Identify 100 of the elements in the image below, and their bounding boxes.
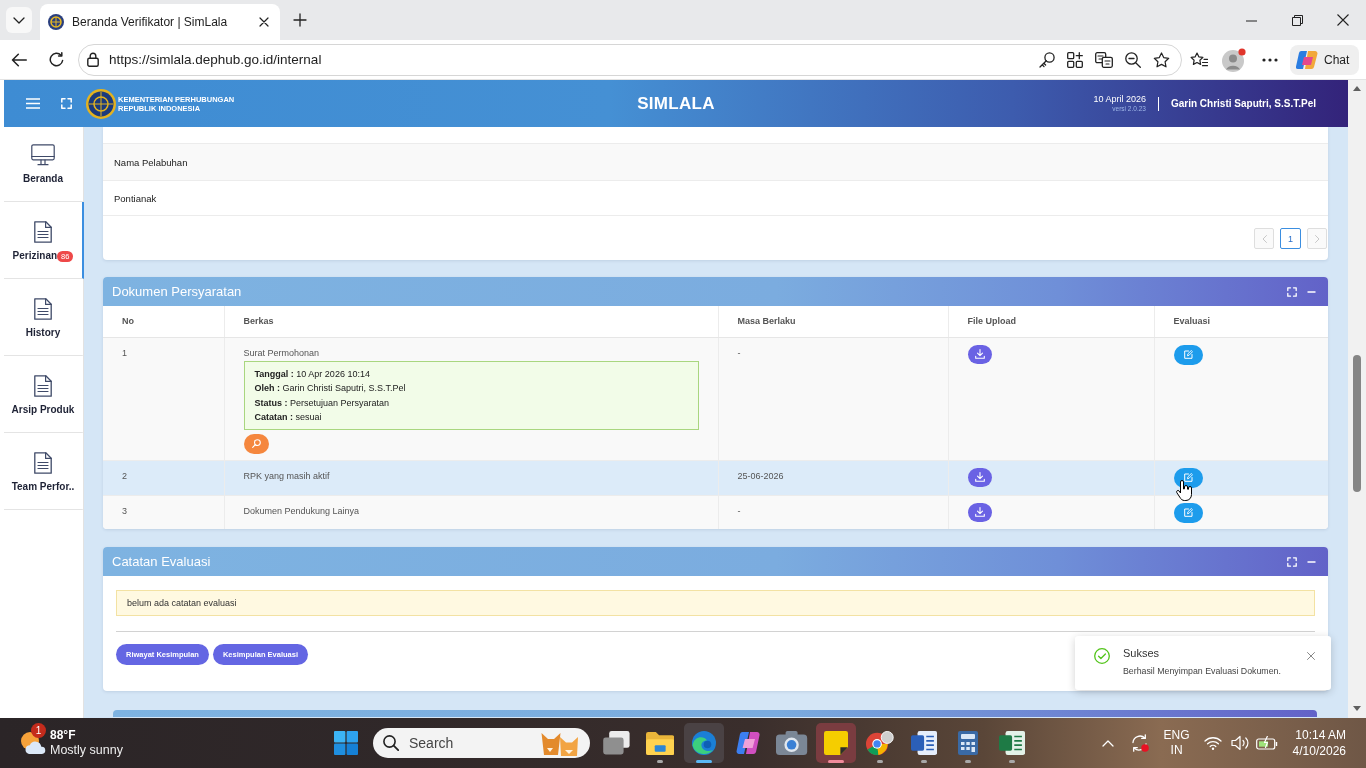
- edge-icon: [692, 731, 716, 755]
- running-indicator: [1009, 760, 1015, 763]
- download-button[interactable]: [967, 502, 992, 522]
- file-name: Surat Permohonan: [243, 346, 321, 359]
- profile-avatar-icon[interactable]: [1222, 47, 1246, 72]
- column-header: Masa Berlaku: [718, 306, 948, 337]
- search-icon: [251, 439, 261, 448]
- tab-list-button[interactable]: [6, 7, 32, 33]
- word-icon: [910, 731, 938, 755]
- menu-icon[interactable]: [26, 98, 40, 109]
- running-indicator: [828, 760, 844, 763]
- chat-button[interactable]: Chat: [1290, 44, 1359, 75]
- toast-message: Berhasil Menyimpan Evaluasi Dokumen.: [1123, 666, 1281, 677]
- header-date: 10 April 2026: [1093, 94, 1146, 105]
- taskbar-app-button[interactable]: [684, 723, 724, 763]
- search-field[interactable]: Search: [373, 728, 590, 758]
- table-cell: 25-06-2026: [718, 460, 948, 495]
- document-icon: [34, 221, 52, 243]
- download-icon: [974, 507, 985, 517]
- close-icon[interactable]: [259, 17, 269, 27]
- scroll-thumb[interactable]: [1353, 355, 1361, 492]
- clock-date[interactable]: 4/10/2026: [1292, 743, 1346, 759]
- star-icon[interactable]: [1153, 51, 1170, 68]
- table-cell: -: [718, 337, 948, 460]
- taskbar-app-button[interactable]: [816, 723, 856, 763]
- fullscreen-icon[interactable]: [61, 98, 72, 109]
- clock-time[interactable]: 10:14 AM: [1295, 727, 1346, 743]
- column-header: Evaluasi: [1154, 306, 1328, 337]
- edit-button[interactable]: [1173, 467, 1203, 488]
- page-button[interactable]: 1: [1280, 228, 1301, 249]
- scrollbar[interactable]: [1348, 80, 1366, 718]
- column-header: No: [103, 306, 224, 337]
- download-button[interactable]: [967, 467, 992, 487]
- folder-icon: [645, 731, 675, 755]
- table-cell: Dokumen Pendukung Lainya: [224, 495, 718, 529]
- chevron-up-icon[interactable]: [1101, 739, 1114, 747]
- lock-icon[interactable]: [87, 52, 99, 67]
- scroll-down-icon[interactable]: [1353, 706, 1361, 711]
- favorites-icon[interactable]: [1190, 51, 1208, 68]
- panel-title: Dokumen Persyaratan: [112, 284, 242, 299]
- table-cell: 1: [103, 337, 224, 460]
- review-line: Status : Persetujuan Persyaratan: [254, 396, 391, 410]
- wifi-icon[interactable]: [1203, 736, 1222, 750]
- search-icon: [383, 735, 399, 751]
- running-indicator: [657, 760, 663, 763]
- restore-icon[interactable]: [1291, 14, 1303, 26]
- check-circle-icon: [1094, 648, 1110, 664]
- running-indicator: [921, 760, 927, 763]
- review-line: Oleh : Garin Christi Saputri, S.S.T.Pel: [254, 382, 407, 395]
- edit-icon: [1183, 350, 1193, 359]
- expand-icon[interactable]: [1287, 286, 1297, 297]
- chrome-icon: [866, 731, 894, 755]
- table-cell: Pontianak: [103, 180, 1328, 216]
- scroll-up-icon[interactable]: [1353, 86, 1361, 91]
- translate-icon[interactable]: [1095, 51, 1113, 68]
- edit-icon: [1183, 473, 1193, 482]
- camera-icon: [776, 731, 808, 755]
- close-icon[interactable]: [1337, 14, 1349, 26]
- browser-tab[interactable]: Beranda Verifikator | SimLala: [40, 4, 280, 40]
- more-icon[interactable]: [1262, 57, 1278, 62]
- document-icon: [34, 452, 52, 474]
- table-cell: Nama Pelabuhan: [103, 143, 1328, 180]
- expand-icon[interactable]: [1287, 556, 1297, 567]
- region-code[interactable]: IN: [1170, 743, 1183, 758]
- battery-icon[interactable]: [1255, 736, 1278, 750]
- download-button[interactable]: [967, 344, 992, 364]
- address-field[interactable]: https://simlala.dephub.go.id/internal: [78, 43, 1182, 76]
- emblem-icon: [48, 14, 64, 30]
- key-icon[interactable]: [1039, 51, 1055, 68]
- new-tab-icon[interactable]: [293, 13, 307, 27]
- back-icon[interactable]: [11, 52, 27, 67]
- refresh-icon[interactable]: [49, 52, 64, 67]
- toast-title: Sukses: [1123, 647, 1161, 660]
- edit-icon: [1183, 508, 1193, 517]
- language-code[interactable]: ENG: [1163, 728, 1190, 743]
- chevron-down-icon: [13, 16, 25, 24]
- copilot-icon: [736, 731, 760, 755]
- column-header: File Upload: [948, 306, 1154, 337]
- sticky-note-icon: [824, 731, 848, 755]
- review-line: Catatan : sesuai: [254, 411, 323, 424]
- app-title: SIMLALA: [637, 93, 715, 114]
- document-icon: [34, 298, 52, 320]
- download-icon: [974, 349, 985, 359]
- task-view-icon: [601, 731, 631, 755]
- notice-message: belum ada catatan evaluasi: [116, 590, 1315, 616]
- monitor-icon: [31, 144, 55, 166]
- table-cell: 3: [103, 495, 224, 529]
- volume-icon[interactable]: [1230, 735, 1251, 751]
- user-name[interactable]: Garin Christi Saputri, S.S.T.Pel: [1170, 98, 1316, 109]
- excel-icon: [998, 731, 1026, 755]
- review-line: Tanggal : 10 Apr 2026 10:14: [254, 367, 371, 381]
- zoom-out-icon[interactable]: [1125, 51, 1141, 68]
- temperature: 88°F: [50, 728, 77, 743]
- running-indicator: [965, 760, 971, 763]
- weather-condition: Mostly sunny: [50, 743, 123, 758]
- apps-icon[interactable]: [1067, 51, 1083, 68]
- chevron-icon: [1261, 234, 1267, 243]
- copilot-icon: [1296, 49, 1318, 70]
- sync-icon[interactable]: [1129, 734, 1150, 752]
- windows-start-icon[interactable]: [334, 731, 358, 755]
